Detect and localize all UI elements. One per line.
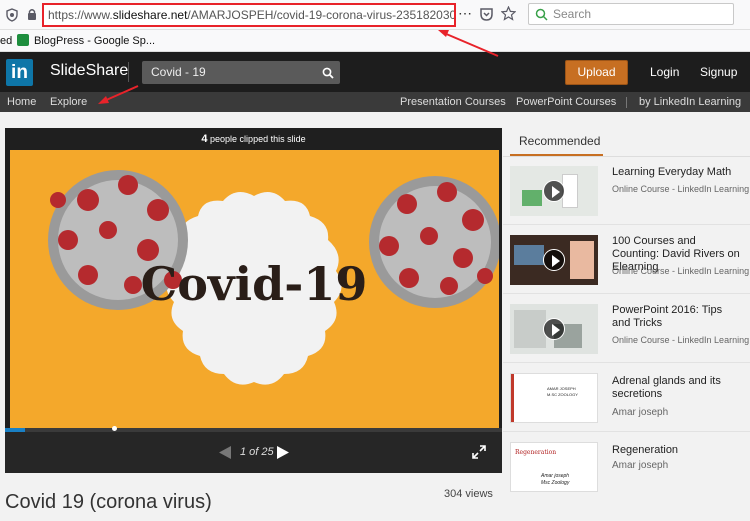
recommended-item[interactable]: 100 Courses and Counting: David Rivers o… xyxy=(503,226,750,294)
recommended-item[interactable]: PowerPoint 2016: Tips and Tricks Online … xyxy=(503,295,750,363)
thumb-text: AMAR JOSEPH xyxy=(547,386,576,391)
player-controls: 1 of 25 xyxy=(5,426,502,473)
slide-thumbnail: Regeneration Amar joseph Msc Zoology xyxy=(510,442,598,492)
play-icon xyxy=(543,180,565,202)
recommended-title: Learning Everyday Math xyxy=(612,166,732,178)
view-count: 304 views xyxy=(444,488,493,500)
fullscreen-icon[interactable] xyxy=(472,445,486,459)
slide-progress-fill xyxy=(5,428,25,432)
slide-thumbnail: AMAR JOSEPH M.SC ZOOLOGY xyxy=(510,373,598,423)
slide-image[interactable]: Covid-19 xyxy=(10,150,499,428)
play-icon xyxy=(543,318,565,340)
recommended-title: PowerPoint 2016: Tips and Tricks xyxy=(612,304,723,329)
recommended-item[interactable]: Learning Everyday Math Online Course - L… xyxy=(503,157,750,225)
recommended-sidebar: Recommended Learning Everyday Math Onlin… xyxy=(503,112,750,521)
thumb-text: Regeneration xyxy=(515,449,557,456)
clip-count: 4 xyxy=(201,133,208,145)
recommended-source: Online Course - LinkedIn Learning xyxy=(612,184,750,194)
recommended-heading[interactable]: Recommended xyxy=(519,134,600,148)
presentation-title: Covid 19 (corona virus) xyxy=(5,491,212,513)
recommended-title: Regeneration xyxy=(612,444,679,456)
thumb-text: Amar joseph xyxy=(541,473,570,479)
clip-banner: 4 people clipped this slide xyxy=(5,128,502,150)
recommended-source: Online Course - LinkedIn Learning xyxy=(612,266,750,276)
slide-artwork: Covid-19 xyxy=(48,170,499,385)
play-icon xyxy=(543,249,565,271)
next-slide-icon[interactable] xyxy=(276,445,290,460)
progress-handle[interactable] xyxy=(112,426,117,431)
thumb-shape xyxy=(511,374,514,422)
recommended-title: Adrenal glands and its secretions xyxy=(612,375,721,400)
course-thumbnail xyxy=(510,166,598,216)
course-thumbnail xyxy=(510,304,598,354)
page-indicator: 1 of 25 xyxy=(240,446,274,458)
thumb-figure xyxy=(570,241,594,279)
thumb-text: Msc Zoology xyxy=(541,480,570,486)
recommended-author: Amar joseph xyxy=(612,460,669,471)
clip-text: people clipped this slide xyxy=(210,134,306,144)
recommended-author: Amar joseph xyxy=(612,407,669,418)
virus-right-icon xyxy=(369,176,499,308)
previous-slide-icon[interactable] xyxy=(218,445,232,460)
thumb-shape xyxy=(514,245,544,265)
slide-title: Covid-19 xyxy=(141,257,368,311)
recommended-item[interactable]: AMAR JOSEPH M.SC ZOOLOGY Adrenal glands … xyxy=(503,364,750,432)
thumb-shape xyxy=(514,310,546,348)
recommended-source: Online Course - LinkedIn Learning xyxy=(612,335,750,345)
recommended-item[interactable]: Regeneration Amar joseph Msc Zoology Reg… xyxy=(503,433,750,501)
thumb-shape xyxy=(522,190,542,206)
thumb-text: M.SC ZOOLOGY xyxy=(547,392,578,397)
slide-progress-track[interactable] xyxy=(5,428,502,432)
course-thumbnail xyxy=(510,235,598,285)
